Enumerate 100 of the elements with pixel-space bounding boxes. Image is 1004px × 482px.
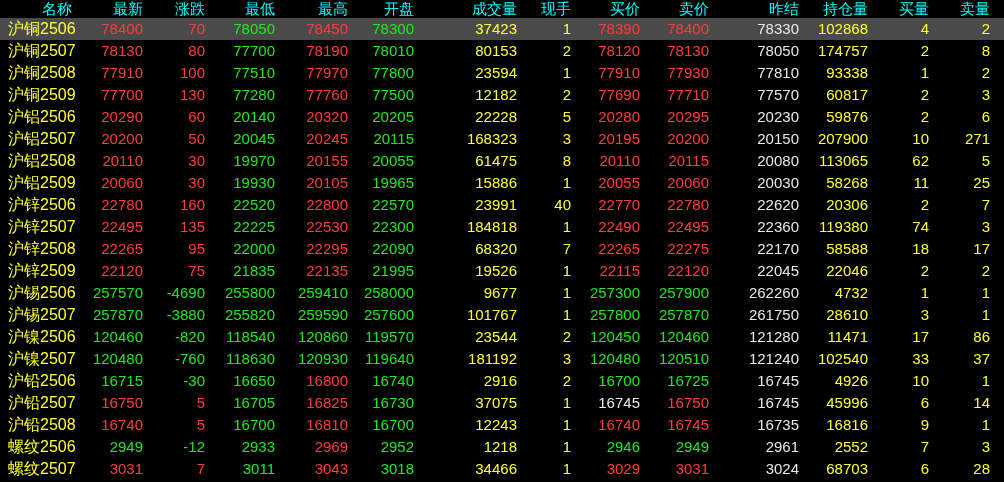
table-cell: 120930 <box>297 350 348 367</box>
table-cell: 5 <box>196 416 205 433</box>
table-cell: 20230 <box>757 108 799 125</box>
column-header[interactable]: 开盘 <box>384 0 414 17</box>
table-cell: 16705 <box>233 394 275 411</box>
column-header[interactable]: 名称 <box>42 0 72 17</box>
column-header[interactable]: 卖量 <box>960 0 990 17</box>
table-cell: 20245 <box>306 130 348 147</box>
table-row[interactable]: 沪铜2509 77700 130 77280 77760 77500 12182 2 77690 77710 77570 60817 2 3 <box>0 84 1004 106</box>
table-row[interactable]: 沪铝2506 20290 60 20140 20320 20205 22228 5 20280 20295 20230 59876 2 6 <box>0 106 1004 128</box>
table-cell: 12243 <box>475 416 517 433</box>
table-cell: 20115 <box>668 152 709 169</box>
table-cell: 22520 <box>233 196 275 213</box>
table-cell: 16750 <box>667 394 709 411</box>
table-cell: 2 <box>562 42 571 59</box>
table-row[interactable]: 沪锌2506 22780 160 22520 22800 22570 23991 40 22770 22780 22620 20306 2 7 <box>0 194 1004 216</box>
table-cell: 271 <box>964 130 990 147</box>
table-row[interactable]: 沪镍2506 120460 -820 118540 120860 119570 23544 2 120450 120460 121280 11471 17 86 <box>0 326 1004 348</box>
table-cell: 20195 <box>598 130 640 147</box>
table-cell: 120460 <box>658 328 709 345</box>
table-row[interactable]: 沪铅2508 16740 5 16700 16810 16700 12243 1 16740 16745 16735 16816 9 1 <box>0 414 1004 436</box>
table-cell: 9 <box>920 416 929 433</box>
table-cell: 2 <box>562 86 571 103</box>
column-header[interactable]: 买量 <box>899 0 929 17</box>
table-row[interactable]: 沪铅2507 16750 5 16705 16825 16730 37075 1 16745 16750 16745 45996 6 14 <box>0 392 1004 414</box>
table-row[interactable]: 螺纹2507 3031 7 3011 3043 3018 34466 1 3029 3031 3024 68703 6 28 <box>0 458 1004 480</box>
table-cell: 2 <box>562 372 571 389</box>
contract-name: 沪铜2507 <box>8 42 76 59</box>
table-cell: 257600 <box>363 306 414 323</box>
table-row[interactable]: 沪铜2506 78400 70 78050 78450 78300 37423 1 78390 78400 78330 102868 4 2 <box>0 18 1004 40</box>
table-cell: 2916 <box>483 372 517 389</box>
table-cell: 62 <box>912 152 929 169</box>
table-cell: 80 <box>188 42 205 59</box>
table-cell: 3 <box>920 306 929 323</box>
table-cell: 1 <box>562 262 571 279</box>
table-cell: 50 <box>188 130 205 147</box>
table-row[interactable]: 沪铜2507 78130 80 77700 78190 78010 80153 2 78120 78130 78050 174757 2 8 <box>0 40 1004 62</box>
table-row[interactable]: 沪锌2507 22495 135 22225 22530 22300 184818 1 22490 22495 22360 119380 74 3 <box>0 216 1004 238</box>
table-cell: 121240 <box>748 350 799 367</box>
table-cell: 262260 <box>748 284 799 301</box>
table-cell: 10 <box>912 372 929 389</box>
contract-name: 沪铝2507 <box>8 130 76 147</box>
table-cell: 3031 <box>675 460 709 477</box>
column-header[interactable]: 现手 <box>541 0 571 17</box>
table-cell: 16700 <box>598 372 640 389</box>
table-cell: 1 <box>562 306 571 323</box>
table-cell: 121280 <box>748 328 799 345</box>
contract-name: 沪铜2508 <box>8 64 76 81</box>
table-cell: 30 <box>188 174 205 191</box>
table-cell: 2 <box>920 108 929 125</box>
column-header[interactable]: 成交量 <box>472 0 517 17</box>
table-row[interactable]: 沪铅2506 16715 -30 16650 16800 16740 2916 2 16700 16725 16745 4926 10 1 <box>0 370 1004 392</box>
table-row[interactable]: 沪锡2506 257570 -4690 255800 259410 258000 9677 1 257300 257900 262260 4732 1 1 <box>0 282 1004 304</box>
table-cell: 16745 <box>598 394 640 411</box>
table-row[interactable]: 沪铝2509 20060 30 19930 20105 19965 15886 1 20055 20060 20030 58268 11 25 <box>0 172 1004 194</box>
table-cell: 18 <box>912 240 929 257</box>
table-cell: 60817 <box>826 86 868 103</box>
table-row[interactable]: 沪铝2507 20200 50 20045 20245 20115 168323 3 20195 20200 20150 207900 10 271 <box>0 128 1004 150</box>
column-header[interactable]: 涨跌 <box>175 0 205 17</box>
contract-name: 沪铅2506 <box>8 372 76 389</box>
table-cell: 78050 <box>233 20 275 37</box>
table-cell: 20045 <box>233 130 275 147</box>
contract-name: 螺纹2506 <box>8 438 76 455</box>
table-cell: 22295 <box>306 240 348 257</box>
column-header[interactable]: 最低 <box>245 0 275 17</box>
table-cell: 20200 <box>667 130 709 147</box>
table-cell: 257900 <box>658 284 709 301</box>
table-cell: -820 <box>174 328 205 345</box>
table-cell: 22770 <box>598 196 640 213</box>
table-row[interactable]: 沪铝2508 20110 30 19970 20155 20055 61475 8 20110 20115 20080 113065 62 5 <box>0 150 1004 172</box>
table-cell: 20060 <box>667 174 709 191</box>
table-row[interactable]: 螺纹2506 2949 -12 2933 2969 2952 1218 1 2946 2949 2961 2552 7 3 <box>0 436 1004 458</box>
table-cell: 22115 <box>599 262 640 279</box>
table-cell: 22000 <box>233 240 275 257</box>
table-cell: 20200 <box>101 130 143 147</box>
table-row[interactable]: 沪锌2508 22265 95 22000 22295 22090 68320 7 22265 22275 22170 58588 18 17 <box>0 238 1004 260</box>
table-cell: 174757 <box>817 42 868 59</box>
column-header[interactable]: 最高 <box>318 0 348 17</box>
column-header[interactable]: 持仓量 <box>823 0 868 17</box>
column-header[interactable]: 昨结 <box>769 0 799 17</box>
table-cell: 77700 <box>233 42 275 59</box>
table-cell: 33 <box>912 350 929 367</box>
table-cell: 120480 <box>589 350 640 367</box>
table-cell: 22265 <box>101 240 143 257</box>
table-cell: 16725 <box>667 372 709 389</box>
table-cell: 23991 <box>475 196 517 213</box>
table-row[interactable]: 沪锌2509 22120 75 21835 22135 21995 19526 1 22115 22120 22045 22046 2 2 <box>0 260 1004 282</box>
column-header[interactable]: 买价 <box>610 0 640 17</box>
table-cell: 22090 <box>372 240 414 257</box>
table-cell: 1 <box>562 416 571 433</box>
table-cell: 1 <box>562 218 571 235</box>
table-cell: 22120 <box>101 262 143 279</box>
table-row[interactable]: 沪镍2507 120480 -760 118630 120930 119640 181192 3 120480 120510 121240 102540 33 37 <box>0 348 1004 370</box>
column-header[interactable]: 卖价 <box>679 0 709 17</box>
table-cell: 259590 <box>297 306 348 323</box>
table-cell: 78400 <box>101 20 143 37</box>
table-row[interactable]: 沪铜2508 77910 100 77510 77970 77800 23594 1 77910 77930 77810 93338 1 2 <box>0 62 1004 84</box>
table-row[interactable]: 沪锡2507 257870 -3880 255820 259590 257600 101767 1 257800 257870 261750 28610 3 1 <box>0 304 1004 326</box>
table-cell: 20140 <box>233 108 275 125</box>
column-header[interactable]: 最新 <box>113 0 143 17</box>
